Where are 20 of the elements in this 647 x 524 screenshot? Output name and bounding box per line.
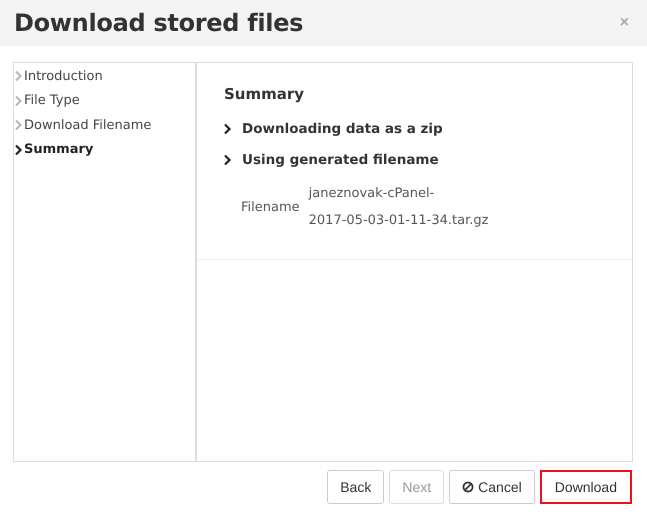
summary-item: Using generated filename <box>242 152 439 168</box>
filename-value: janeznovak-cPanel- 2017-05-03-01-11-34.tar.gz <box>308 185 488 230</box>
step-item[interactable]: Summary <box>14 138 195 162</box>
step-item[interactable]: File Type <box>14 88 195 113</box>
chevron-icon <box>223 123 232 135</box>
field-label: Filename <box>241 200 300 214</box>
ban-icon <box>462 481 474 493</box>
summary-heading: Summary <box>224 85 306 103</box>
chevron-icon <box>14 144 23 156</box>
summary-item: Downloading data as a zip <box>242 121 443 137</box>
chevron-icon <box>14 94 23 107</box>
dialog-title: Download stored files <box>14 9 304 37</box>
step-item[interactable]: Introduction <box>14 64 195 88</box>
chevron-icon <box>14 119 23 132</box>
wizard-button[interactable]: Cancel <box>449 470 535 504</box>
chevron-icon <box>14 70 23 82</box>
wizard-button[interactable]: Download <box>540 470 632 504</box>
step-item[interactable]: Download Filename <box>14 113 195 138</box>
chevron-icon <box>223 154 232 166</box>
wizard-button[interactable]: Back <box>327 470 384 504</box>
